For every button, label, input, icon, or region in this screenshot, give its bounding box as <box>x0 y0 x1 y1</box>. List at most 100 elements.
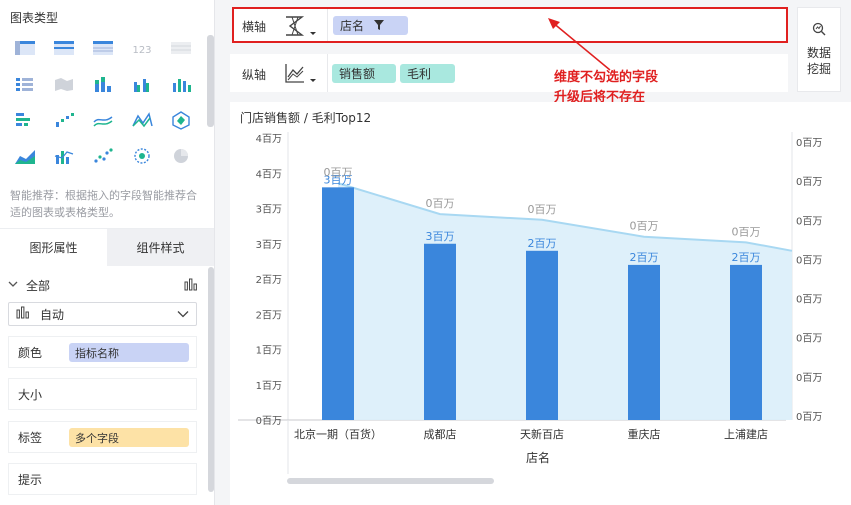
annotation-arrow-icon <box>548 18 611 71</box>
tooltip-property-label: 提示 <box>18 472 43 487</box>
right-tick-label: 0百万 <box>796 294 822 306</box>
size-property[interactable]: 大小 <box>8 378 197 410</box>
chart-type-title: 图表类型 <box>10 11 59 25</box>
y-axis-type-icon[interactable] <box>284 62 318 87</box>
kpi-list-icon[interactable] <box>8 70 42 98</box>
sales-bar <box>628 264 660 420</box>
x-axis-label: 横轴 <box>242 20 267 34</box>
chart-card: 门店销售额 / 毛利Top12 0百万 1百万 1百万 2百万 2百万 3百万 3百万 4百万… <box>230 102 851 505</box>
tab-component-style[interactable]: 组件样式 <box>107 229 214 266</box>
line-icon[interactable] <box>86 106 120 134</box>
category-tick-label: 上浦建店 <box>724 427 768 441</box>
chevron-down-icon[interactable] <box>8 280 22 291</box>
bar-area-chart[interactable]: 0百万 1百万 1百万 2百万 2百万 3百万 3百万 4百万 4百万 0百万 0百万 0百万 0百万 0… <box>230 102 851 505</box>
kpi-number-icon[interactable]: 123 <box>125 34 159 62</box>
all-series-row[interactable]: 全部 <box>8 276 198 294</box>
right-tick-label: 0百万 <box>796 333 822 345</box>
x-field-dropzone[interactable]: 店名 <box>327 9 408 41</box>
sales-bar <box>730 264 762 420</box>
left-tick-label: 4百万 <box>256 168 282 180</box>
color-field-pill[interactable]: 指标名称 <box>69 343 189 362</box>
waterfall-icon[interactable] <box>47 106 81 134</box>
x-field-chip-label: 店名 <box>340 19 365 33</box>
left-tick-label: 1百万 <box>256 380 282 392</box>
tab-graph-properties[interactable]: 图形属性 <box>0 229 107 266</box>
x-axis-field-row: 横轴 店名 <box>232 7 788 43</box>
profit-point-label: 0百万 <box>528 203 557 216</box>
right-tick-label: 0百万 <box>796 372 822 384</box>
profit-area <box>338 183 792 420</box>
bar-chart-icon[interactable] <box>184 277 198 294</box>
label-field-pill[interactable]: 多个字段 <box>69 428 189 447</box>
map-disabled-icon[interactable] <box>47 70 81 98</box>
app-root: 图表类型 123 智能推荐：根据拖入的字段智能推荐合适的图表或表格类型。 图形属… <box>0 0 851 505</box>
chart-type-scrollbar[interactable] <box>207 35 214 127</box>
x-axis-title: 店名 <box>526 450 550 465</box>
cross-table-icon[interactable] <box>8 34 42 62</box>
sales-bar <box>526 250 558 420</box>
right-tick-label: 0百万 <box>796 411 822 423</box>
data-mining-label-2: 挖掘 <box>806 62 831 76</box>
sales-bar-label: 2百万 <box>528 237 557 250</box>
profit-point-label: 0百万 <box>630 220 659 233</box>
detail-table-icon[interactable] <box>86 34 120 62</box>
category-tick-label: 天新百店 <box>520 427 564 441</box>
chart-subtype-select[interactable]: 自动 <box>8 302 197 326</box>
category-tick-label: 北京一期（百货） <box>294 427 382 441</box>
tooltip-property[interactable]: 提示 <box>8 463 197 495</box>
label-property-label: 标签 <box>18 430 43 445</box>
sales-bar-label: 2百万 <box>630 251 659 264</box>
sales-bar-label: 2百万 <box>732 251 761 264</box>
chevron-down-icon <box>177 307 189 321</box>
combo-bar-line-icon[interactable] <box>47 142 81 170</box>
area-icon[interactable] <box>8 142 42 170</box>
right-tick-label: 0百万 <box>796 254 822 266</box>
left-tick-label: 2百万 <box>256 309 282 321</box>
data-mining-button[interactable]: 数据 挖掘 <box>797 7 841 92</box>
y-field-dropzone[interactable]: 销售额 毛利 <box>327 54 455 92</box>
smart-recommend-hint: 智能推荐：根据拖入的字段智能推荐合适的图表或表格类型。 <box>10 189 197 219</box>
x-field-chip[interactable]: 店名 <box>333 16 408 35</box>
bar-chart-icon <box>16 306 30 322</box>
profit-point-label: 0百万 <box>426 197 455 210</box>
color-property[interactable]: 颜色 指标名称 <box>8 336 197 368</box>
left-tick-label: 0百万 <box>256 415 282 427</box>
x-axis-type-icon[interactable] <box>284 15 318 40</box>
color-property-label: 颜色 <box>18 345 43 360</box>
disabled-table-icon[interactable] <box>164 34 198 62</box>
y-axis-label: 纵轴 <box>242 68 267 82</box>
group-table-icon[interactable] <box>47 34 81 62</box>
polygon-icon[interactable] <box>164 106 198 134</box>
left-tick-label: 2百万 <box>256 274 282 286</box>
svg-text:123: 123 <box>132 45 151 56</box>
all-series-label: 全部 <box>26 278 51 293</box>
sales-bar-label: 3百万 <box>426 230 455 243</box>
y-field-chip-profit[interactable]: 毛利 <box>400 64 455 83</box>
chart-horizontal-scrollbar[interactable] <box>287 478 494 484</box>
bubble-icon[interactable] <box>125 142 159 170</box>
filter-icon[interactable] <box>373 19 385 34</box>
left-tick-label: 1百万 <box>256 345 282 357</box>
property-scrollbar[interactable] <box>208 267 214 492</box>
size-property-label: 大小 <box>18 387 43 402</box>
left-tick-label: 3百万 <box>256 204 282 216</box>
left-tick-label: 3百万 <box>256 239 282 251</box>
data-mining-icon <box>812 22 826 39</box>
column-bar-icon[interactable] <box>164 70 198 98</box>
sales-bar <box>424 243 456 420</box>
label-property[interactable]: 标签 多个字段 <box>8 421 197 453</box>
horizontal-bar-icon[interactable] <box>8 106 42 134</box>
right-tick-label: 0百万 <box>796 176 822 188</box>
pie-icon[interactable] <box>164 142 198 170</box>
data-mining-label-1: 数据 <box>806 46 831 60</box>
radar-icon[interactable] <box>125 106 159 134</box>
scatter-icon[interactable] <box>86 142 120 170</box>
stacked-bar-icon[interactable] <box>86 70 120 98</box>
grouped-bar-icon[interactable] <box>125 70 159 98</box>
right-tick-label: 0百万 <box>796 137 822 149</box>
chart-subtype-value: 自动 <box>40 307 65 322</box>
y-field-chip-sales[interactable]: 销售额 <box>332 64 396 83</box>
right-tick-label: 0百万 <box>796 215 822 227</box>
profit-point-label: 0百万 <box>324 166 353 179</box>
category-tick-label: 重庆店 <box>628 427 661 441</box>
